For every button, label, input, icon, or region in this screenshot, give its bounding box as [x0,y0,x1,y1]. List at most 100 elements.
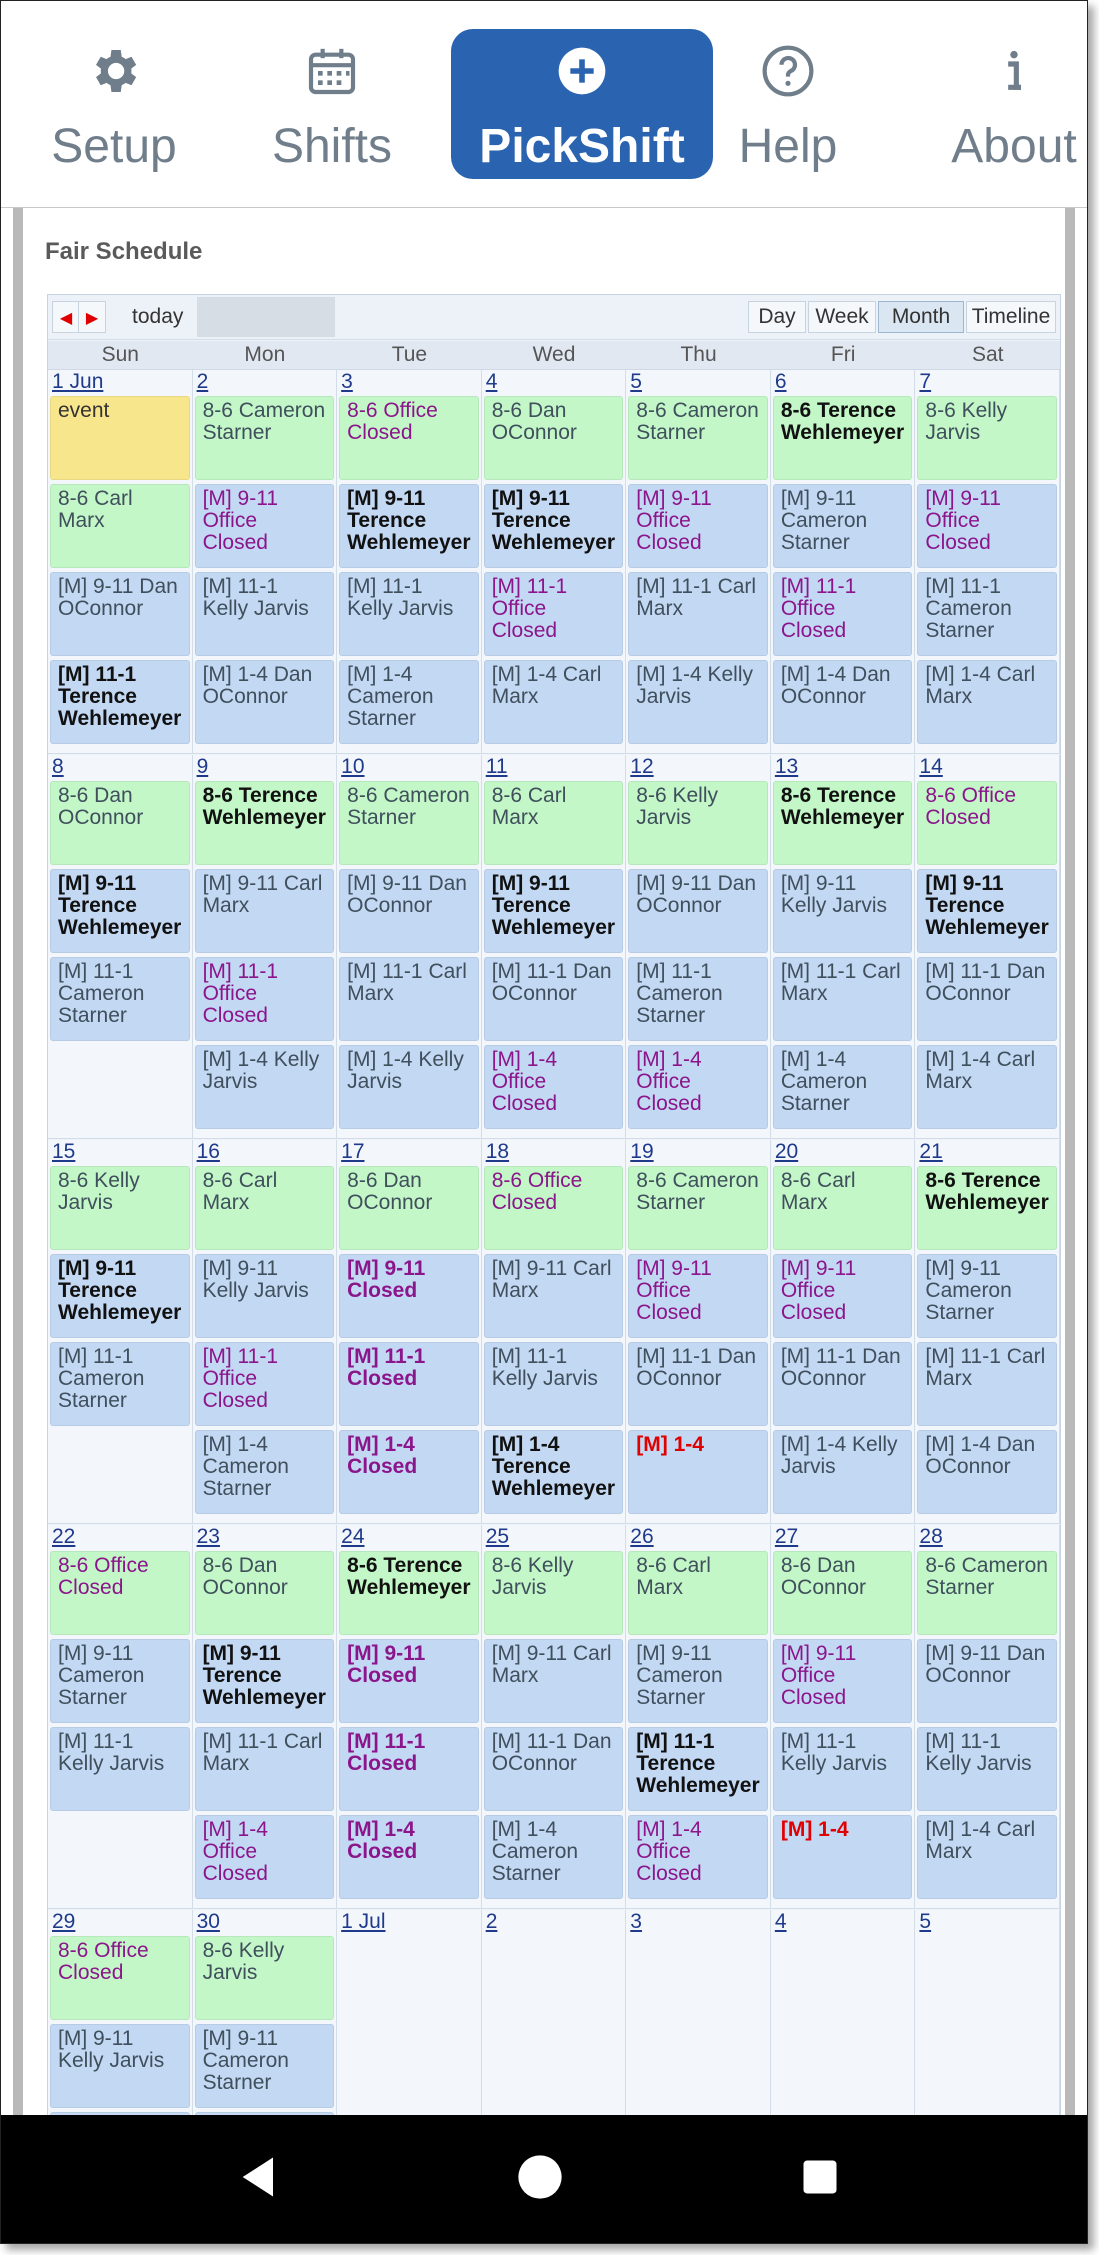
shift-event[interactable]: [M] 9-11 Terence Wehlemeyer [483,484,624,568]
day-cell[interactable]: 5 8-6 Cameron Starner [M] 9-11 Office Clos… [626,370,771,754]
view-week-button[interactable]: Week [808,301,876,333]
shift-event[interactable]: 8-6 Dan OConnor [772,1551,913,1635]
shift-event[interactable]: [M] 9-11 Office Closed [772,1254,913,1338]
shift-event[interactable]: [M] 9-11 Cameron Starner [50,1639,190,1723]
day-cell[interactable]: 9 8-6 Terence Wehlemeyer [M] 9-11 Carl Mar… [192,755,338,1139]
shift-event[interactable]: [M] 9-11 Office Closed [772,1639,913,1723]
shift-event[interactable]: [M] 9-11 Office Closed [628,484,768,568]
day-cell[interactable]: 24 8-6 Terence Wehlemeyer [M] 9-11 Closed[… [337,1525,482,1909]
shift-event[interactable]: [M] 9-11 Office Closed [917,484,1057,568]
day-cell[interactable]: 26 8-6 Carl Marx [M] 9-11 Cameron Starner[… [626,1525,771,1909]
shift-event[interactable]: [M] 9-11 Dan OConnor [917,1639,1057,1723]
shift-event[interactable]: [M] 9-11 Cameron Starner [772,484,913,568]
shift-event[interactable]: [M] 1-4 Carl Marx [917,1045,1057,1129]
day-cell[interactable]: 18 8-6 Office Closed [M] 9-11 Carl Marx [M]… [481,1140,627,1524]
shift-event[interactable]: [M] 1-4 Cameron Starner [483,1815,624,1899]
shift-event[interactable]: [M] 11-1 Dan OConnor [628,1342,768,1426]
shift-event[interactable]: [M] 11-1 Terence Wehlemeyer [628,1727,768,1811]
shift-event[interactable]: [M] 11-1 Office Closed [194,957,335,1041]
back-button[interactable] [215,2115,305,2243]
day-cell[interactable]: 27 8-6 Dan OConnor [M] 9-11 Office Closed[… [770,1525,916,1909]
recents-button[interactable] [775,2115,865,2243]
day-cell[interactable]: 2 [481,1910,627,2116]
shift-event[interactable]: [M] 9-11 Terence Wehlemeyer [50,869,190,953]
shift-event[interactable]: [M] 1-4 Dan OConnor [194,660,335,744]
day-number-link[interactable]: 29 [52,1910,75,1934]
shift-event[interactable]: [M] 11-1 Cameron Starner [50,957,190,1041]
shift-event[interactable]: [M] 11-1 Cameron Starner [628,957,768,1041]
day-number-link[interactable]: 18 [486,1140,509,1164]
nav-pickshift[interactable]: PickShift [451,29,713,179]
shift-event[interactable]: [M] 11-1 Carl Marx [339,957,479,1041]
shift-event[interactable]: [M] 11-1 Carl Marx [917,1342,1057,1426]
shift-event[interactable]: 8-6 Kelly Jarvis [917,396,1057,480]
day-number-link[interactable]: 13 [775,755,798,779]
day-cell[interactable]: 1 Jul [337,1910,482,2116]
shift-event[interactable]: [M] 1-4 Terence Wehlemeyer [483,1430,624,1514]
shift-event[interactable]: [M] 11-1 Carl Marx [772,957,913,1041]
day-number-link[interactable]: 24 [341,1525,364,1549]
shift-event[interactable]: [M] 9-11 Cameron Starner [917,1254,1057,1338]
day-cell[interactable]: 4 8-6 Dan OConnor [M] 9-11 Terence Wehleme… [481,370,627,754]
day-cell[interactable]: 17 8-6 Dan OConnor [M] 9-11 Closed [M] 11-1… [337,1140,482,1524]
shift-event[interactable]: [M] 9-11 Kelly Jarvis [194,1254,335,1338]
shift-event[interactable]: [M] 9-11 Carl Marx [194,869,335,953]
day-cell[interactable]: 19 8-6 Cameron Starner [M] 9-11 Office Clo… [626,1140,771,1524]
day-cell[interactable]: 1 Jun event 8-6 Carl Marx [M] 9-11 Dan OCon… [48,370,193,754]
shift-event[interactable]: [M] 1-4 Office Closed [483,1045,624,1129]
shift-event[interactable]: 8-6 Cameron Starner [628,396,768,480]
shift-event[interactable]: 8-6 Office Closed [50,1936,190,2020]
day-number-link[interactable]: 3 [341,370,353,394]
shift-event[interactable]: [M] 1-4 [628,1430,768,1514]
shift-event[interactable]: [M] 9-11 Closed [339,1254,479,1338]
shift-event[interactable]: [M] 1-4 Office Closed [628,1815,768,1899]
home-button[interactable] [495,2115,585,2243]
day-number-link[interactable]: 9 [197,755,209,779]
day-cell[interactable]: 15 8-6 Kelly Jarvis [M] 9-11 Terence Wehle… [48,1140,193,1524]
day-number-link[interactable]: 5 [919,1910,931,1934]
shift-event[interactable]: [M] 1-4 Kelly Jarvis [194,1045,335,1129]
day-number-link[interactable]: 6 [775,370,787,394]
shift-event[interactable]: [M] 1-4 Kelly Jarvis [628,660,768,744]
shift-event[interactable]: 8-6 Kelly Jarvis [483,1551,624,1635]
day-cell[interactable]: 7 8-6 Kelly Jarvis [M] 9-11 Office Closed[… [915,370,1060,754]
shift-event[interactable]: [M] 11-1 Kelly Jarvis [483,1342,624,1426]
shift-event[interactable]: [M] 1-4 Cameron Starner [772,1045,913,1129]
day-number-link[interactable]: 26 [630,1525,653,1549]
nav-setup[interactable]: Setup [7,29,221,179]
day-cell[interactable]: 5 [915,1910,1060,2116]
shift-event[interactable]: [M] 9-11 Terence Wehlemeyer [339,484,479,568]
today-button[interactable]: today [132,301,183,333]
shift-event[interactable]: [M] 11-1 Kelly Jarvis [50,1727,190,1811]
day-cell[interactable]: 6 8-6 Terence Wehlemeyer [M] 9-11 Cameron … [770,370,916,754]
day-number-link[interactable]: 3 [630,1910,642,1934]
day-cell[interactable]: 30 8-6 Kelly Jarvis [M] 9-11 Cameron Starn… [192,1910,338,2116]
shift-event[interactable]: [M] 1-4 Carl Marx [483,660,624,744]
shift-event[interactable]: [M] 11-1 Dan OConnor [483,1727,624,1811]
day-number-link[interactable]: 1 Jul [341,1910,385,1934]
shift-event[interactable]: [M] 1-4 Closed [339,1430,479,1514]
shift-event[interactable]: [M] 11-1 Closed [339,1727,479,1811]
shift-event[interactable]: [M] 9-11 Dan OConnor [339,869,479,953]
day-number-link[interactable]: 2 [486,1910,498,1934]
day-cell[interactable]: 2 8-6 Cameron Starner [M] 9-11 Office Clos… [192,370,338,754]
shift-event[interactable]: [M] 1-4 Cameron Starner [339,660,479,744]
day-number-link[interactable]: 23 [197,1525,220,1549]
shift-event[interactable]: [M] 9-11 Carl Marx [483,1639,624,1723]
day-cell[interactable]: 13 8-6 Terence Wehlemeyer [M] 9-11 Kelly J… [770,755,916,1139]
shift-event[interactable]: 8-6 Office Closed [339,396,479,480]
day-number-link[interactable]: 27 [775,1525,798,1549]
day-cell[interactable]: 3 8-6 Office Closed [M] 9-11 Terence Wehle… [337,370,482,754]
shift-event[interactable]: [M] 11-1 Dan OConnor [917,957,1057,1041]
day-cell[interactable]: 20 8-6 Carl Marx [M] 9-11 Office Closed [M]… [770,1140,916,1524]
shift-event[interactable]: 8-6 Terence Wehlemeyer [772,396,913,480]
shift-event[interactable]: [M] 9-11 Office Closed [194,484,335,568]
shift-event[interactable]: [M] 9-11 Cameron Starner [628,1639,768,1723]
shift-event[interactable]: [M] 9-11 Cameron Starner [194,2024,335,2108]
shift-event[interactable]: [M] 9-11 Closed [339,1639,479,1723]
day-number-link[interactable]: 21 [919,1140,942,1164]
next-button[interactable]: ▶ [78,301,106,333]
shift-event[interactable]: [M] 9-11 Terence Wehlemeyer [50,1254,190,1338]
day-number-link[interactable]: 5 [630,370,642,394]
view-day-button[interactable]: Day [748,301,806,333]
